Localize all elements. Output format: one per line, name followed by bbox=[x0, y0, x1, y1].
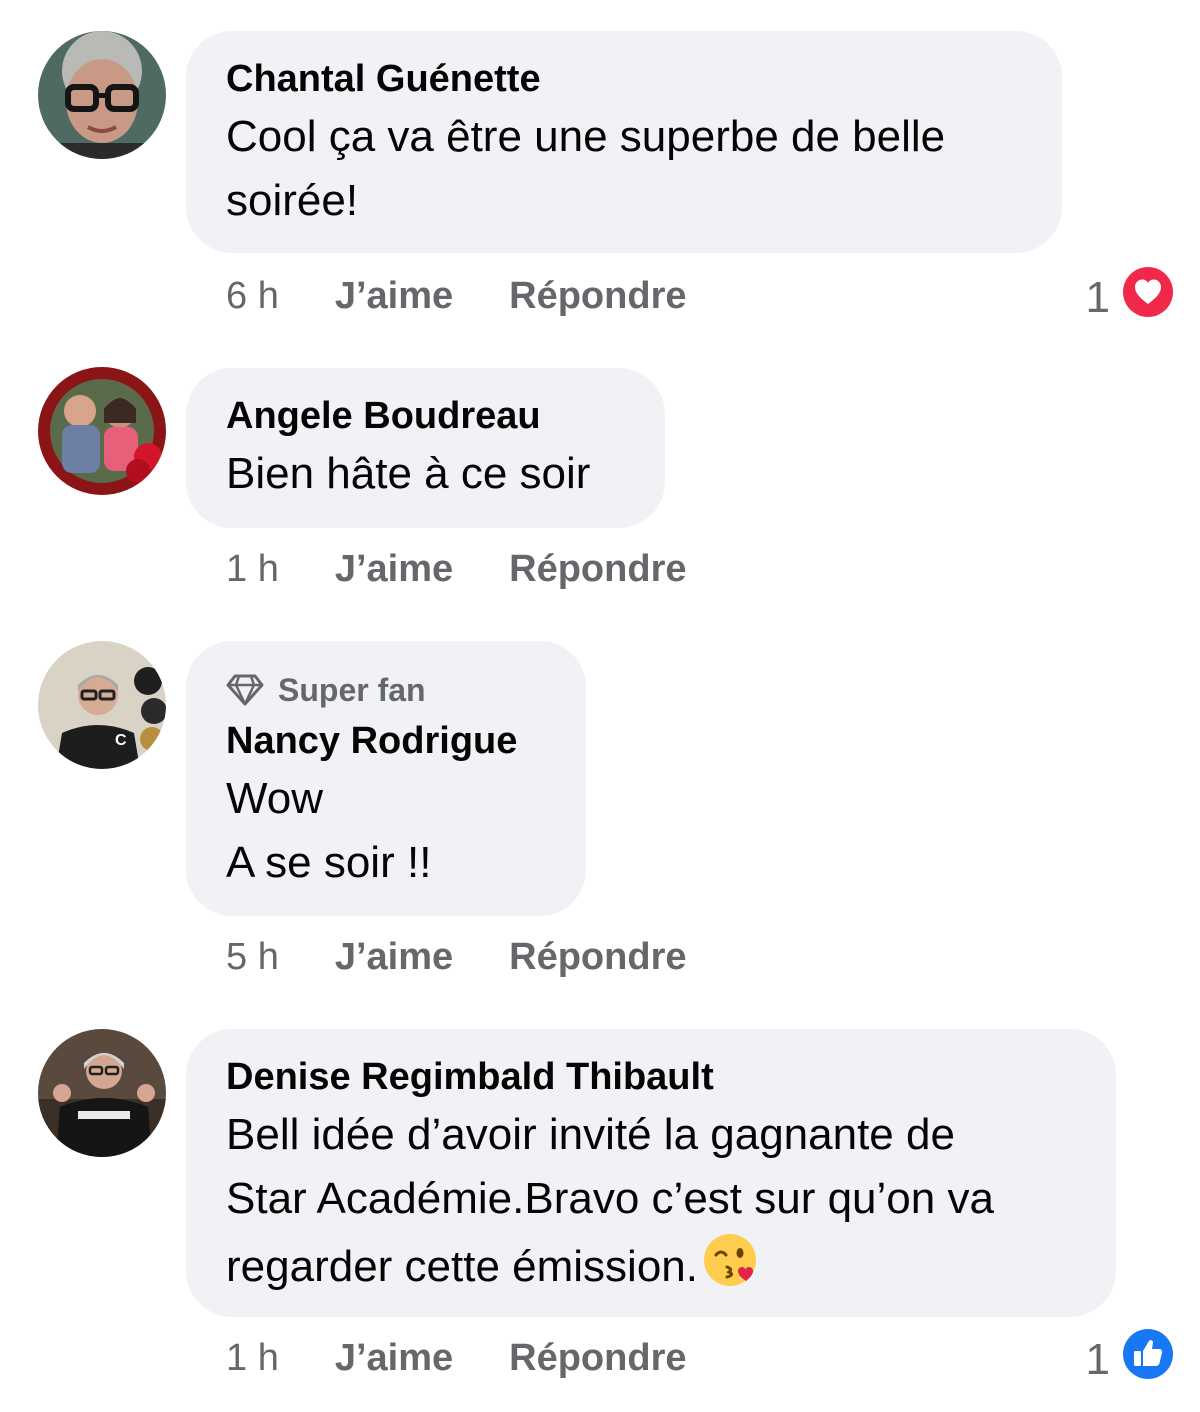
comment-text-line-with-emoji: regarder cette émission. bbox=[226, 1231, 1076, 1307]
comment-bubble: Denise Regimbald Thibault Bell idée d’av… bbox=[186, 1029, 1116, 1317]
comment-text: Cool ça va être une superbe de belle soi… bbox=[226, 105, 1022, 233]
love-reaction-icon bbox=[1122, 266, 1174, 329]
reply-button[interactable]: Répondre bbox=[509, 1335, 686, 1381]
reaction-count: 1 bbox=[1085, 272, 1110, 322]
comment-author[interactable]: Angele Boudreau bbox=[226, 390, 625, 442]
comment-actions: 5 h J’aime Répondre bbox=[226, 934, 743, 980]
like-button[interactable]: J’aime bbox=[335, 273, 453, 319]
avatar[interactable] bbox=[38, 1029, 166, 1157]
comment-author[interactable]: Chantal Guénette bbox=[226, 53, 1022, 105]
kiss-wink-emoji bbox=[702, 1231, 760, 1307]
comment-author[interactable]: Denise Regimbald Thibault bbox=[226, 1051, 1076, 1103]
comment-actions: 6 h J’aime Répondre bbox=[226, 273, 743, 319]
comment-text-line: Bien hâte à ce soir bbox=[226, 449, 591, 498]
comment-text-line: Cool ça va être une superbe de belle bbox=[226, 112, 946, 161]
avatar[interactable] bbox=[38, 367, 166, 495]
reply-button[interactable]: Répondre bbox=[509, 273, 686, 319]
reply-button[interactable]: Répondre bbox=[509, 546, 686, 592]
comment-text-line: Star Académie.Bravo c’est sur qu’on va bbox=[226, 1174, 994, 1223]
like-button[interactable]: J’aime bbox=[335, 934, 453, 980]
comment-timestamp[interactable]: 5 h bbox=[226, 934, 279, 980]
comment-text: Bien hâte à ce soir bbox=[226, 442, 625, 506]
comment-bubble: Chantal Guénette Cool ça va être une sup… bbox=[186, 31, 1062, 253]
comment-timestamp[interactable]: 6 h bbox=[226, 273, 279, 319]
badge-label: Super fan bbox=[278, 671, 426, 708]
svg-text:C: C bbox=[115, 732, 127, 749]
reaction-summary[interactable]: 1 bbox=[1086, 266, 1174, 329]
comment-text-line: Bell idée d’avoir invité la gagnante de bbox=[226, 1110, 955, 1159]
comment-actions: 1 h J’aime Répondre bbox=[226, 546, 743, 592]
comment-timestamp[interactable]: 1 h bbox=[226, 1335, 279, 1381]
reaction-summary[interactable]: 1 bbox=[1086, 1328, 1174, 1391]
comment-text-line: A se soir !! bbox=[226, 838, 432, 887]
reply-button[interactable]: Répondre bbox=[509, 934, 686, 980]
reaction-count: 1 bbox=[1085, 1334, 1110, 1384]
like-button[interactable]: J’aime bbox=[335, 546, 453, 592]
diamond-icon bbox=[226, 674, 264, 706]
comment-bubble: Angele Boudreau Bien hâte à ce soir bbox=[186, 368, 665, 528]
comment-author[interactable]: Nancy Rodrigue bbox=[226, 715, 546, 767]
comment-timestamp[interactable]: 1 h bbox=[226, 546, 279, 592]
super-fan-badge: Super fan bbox=[226, 667, 546, 713]
comment-actions: 1 h J’aime Répondre bbox=[226, 1335, 743, 1381]
comment-text: Bell idée d’avoir invité la gagnante de … bbox=[226, 1103, 1076, 1307]
comment-text-line: regarder cette émission. bbox=[226, 1242, 698, 1291]
avatar[interactable] bbox=[38, 31, 166, 159]
comment-bubble: Super fan Nancy Rodrigue Wow A se soir !… bbox=[186, 641, 586, 916]
like-button[interactable]: J’aime bbox=[335, 1335, 453, 1381]
comment-text: Wow A se soir !! bbox=[226, 767, 546, 895]
comment-text-line: soirée! bbox=[226, 176, 359, 225]
like-reaction-icon bbox=[1122, 1328, 1174, 1391]
avatar[interactable]: C bbox=[38, 641, 166, 769]
comment-text-line: Wow bbox=[226, 774, 323, 823]
